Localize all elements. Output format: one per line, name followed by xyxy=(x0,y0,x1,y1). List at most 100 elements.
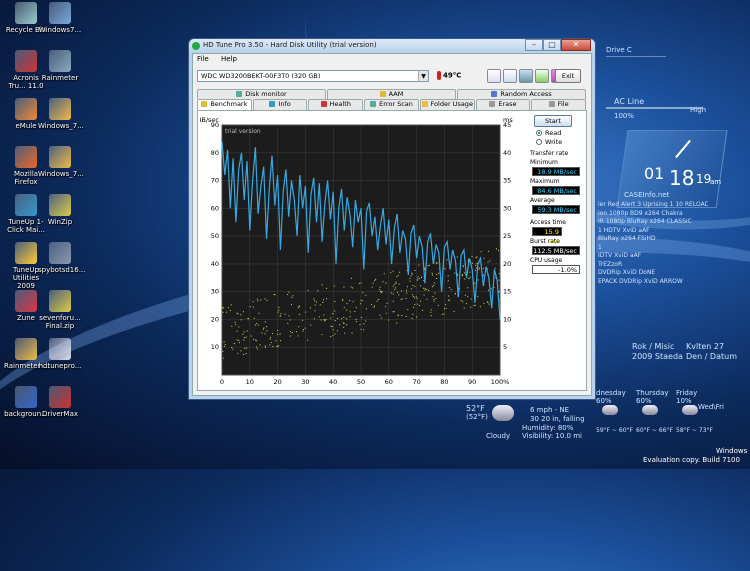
tab-random-access[interactable]: Random Access xyxy=(457,89,586,99)
desktop-icon[interactable]: spybotsd16... xyxy=(38,242,85,274)
desktop-icon[interactable]: sevenforu... Final.zip xyxy=(38,290,82,330)
tab-file-benchmark[interactable]: File Benchmark xyxy=(531,99,587,117)
access-time-point xyxy=(406,286,408,288)
access-time-point xyxy=(330,336,332,338)
app-icon xyxy=(49,50,71,72)
feed-item[interactable]: IR 1080p BluRay x264 CLASSiC xyxy=(598,218,708,227)
options-icon[interactable] xyxy=(535,69,549,83)
access-time-point xyxy=(270,336,272,338)
feed-item[interactable]: BluRay x264 FSiHD xyxy=(598,235,708,244)
tab-erase[interactable]: Erase xyxy=(475,99,531,110)
tab-error-scan[interactable]: Error Scan xyxy=(364,99,419,110)
access-time-point xyxy=(302,329,304,331)
access-time-point xyxy=(229,310,231,312)
access-time-point xyxy=(266,330,268,332)
access-time-point xyxy=(424,289,426,291)
access-time-point xyxy=(405,297,407,299)
access-time-point xyxy=(395,281,397,283)
access-time-point xyxy=(360,328,362,330)
desktop-icon[interactable]: Windows_7... xyxy=(38,146,84,178)
clock-second: 19 xyxy=(696,172,712,186)
access-time-point xyxy=(435,297,437,299)
feed-item[interactable]: EPACK DVDRip XviD ARROW xyxy=(598,278,708,287)
y-right-tick-label: 40 xyxy=(503,149,511,157)
error-scan-icon xyxy=(370,101,377,107)
maximize-button[interactable]: □ xyxy=(543,39,561,51)
app-icon xyxy=(15,50,37,72)
access-time-point xyxy=(222,307,224,309)
access-time-point xyxy=(330,325,332,327)
drive-select[interactable]: WDC WD3200BEKT-00F3T0 (320 GB) ▼ xyxy=(197,70,429,82)
minimize-button[interactable]: – xyxy=(525,39,543,51)
access-time-point xyxy=(254,324,256,326)
thermometer-icon xyxy=(437,71,441,80)
access-time-point xyxy=(261,332,263,334)
access-time-point xyxy=(414,285,416,287)
access-time-point xyxy=(470,298,472,300)
access-time-point xyxy=(489,260,491,262)
tab-disk-monitor[interactable]: Disk monitor xyxy=(197,89,326,99)
access-time-point xyxy=(473,305,475,307)
desktop-icon[interactable]: WinZip xyxy=(38,194,82,226)
access-time-point xyxy=(264,345,266,347)
access-time-point xyxy=(277,329,279,331)
feed-site[interactable]: CASEInfo.net xyxy=(624,191,669,200)
feed-item[interactable]: ion 1080p BD9 x264 Chakra xyxy=(598,210,708,219)
access-time-point xyxy=(385,312,387,314)
tab-health[interactable]: Health xyxy=(308,99,364,110)
tab-info[interactable]: Info xyxy=(252,99,308,110)
title-bar[interactable]: HD Tune Pro 3.50 - Hard Disk Utility (tr… xyxy=(189,39,595,53)
exit-button[interactable]: Exit xyxy=(555,69,581,83)
access-time-point xyxy=(272,346,274,348)
read-radio[interactable]: Read xyxy=(536,129,596,138)
start-button[interactable]: Start xyxy=(534,115,572,127)
desktop-icon-label: Windows7... xyxy=(38,26,82,34)
access-time-point xyxy=(474,282,476,284)
feed-item[interactable]: ier Red Alert 3 Uprising 1 10 RELOADED xyxy=(598,201,708,210)
feed-item[interactable]: IDTV XviD aAF xyxy=(598,252,708,261)
tab-folder-usage[interactable]: Folder Usage xyxy=(419,99,475,110)
y-left-tick-label: 30 xyxy=(211,288,219,296)
access-time-point xyxy=(242,333,244,335)
desktop-icon[interactable]: hdtunepro... xyxy=(38,338,82,370)
tab-benchmark[interactable]: Benchmark xyxy=(197,99,252,110)
maximum-value: 84.6 MB/sec xyxy=(532,186,580,195)
feed-item[interactable]: TrEZzoR xyxy=(598,261,708,270)
copy-text-icon[interactable] xyxy=(503,69,517,83)
access-time-point xyxy=(461,275,463,277)
access-time-point xyxy=(382,281,384,283)
write-radio[interactable]: Write xyxy=(536,138,596,147)
tabs-row-2: Benchmark Info Health Error Scan Folder … xyxy=(197,99,587,117)
desktop-icon[interactable]: Windows7... xyxy=(38,2,82,34)
menu-help[interactable]: Help xyxy=(221,55,237,63)
os-name: Windows 7 xyxy=(716,447,750,455)
copy-icon[interactable] xyxy=(487,69,501,83)
access-time-point xyxy=(424,288,426,290)
access-time-point xyxy=(359,324,361,326)
tab-aam[interactable]: AAM xyxy=(327,89,456,99)
access-time-point xyxy=(482,267,484,269)
access-time-point xyxy=(463,307,465,309)
save-icon[interactable] xyxy=(519,69,533,83)
desktop-icon[interactable]: DriverMax xyxy=(38,386,82,418)
access-time-point xyxy=(456,256,458,258)
feed-item[interactable]: 1 HDTV XviD aAF xyxy=(598,227,708,236)
access-time-point xyxy=(415,296,417,298)
desktop-icon-label: Windows_7... xyxy=(38,170,84,178)
chevron-down-icon[interactable]: ▼ xyxy=(418,71,428,81)
access-time-point xyxy=(378,298,380,300)
menu-bar: File Help xyxy=(193,54,591,66)
feed-item[interactable]: DVDRip XviD DoNE xyxy=(598,269,708,278)
access-time-point xyxy=(315,301,317,303)
feed-item[interactable]: 1 xyxy=(598,244,708,253)
access-time-point xyxy=(373,305,375,307)
desktop-icon[interactable]: Rainmeter xyxy=(38,50,82,82)
access-time-point xyxy=(264,333,266,335)
close-button[interactable]: ✕ xyxy=(561,39,591,51)
access-time-point xyxy=(291,332,293,334)
tab-label: Random Access xyxy=(500,90,552,98)
menu-file[interactable]: File xyxy=(197,55,209,63)
desktop-icon[interactable]: Windows_7... xyxy=(38,98,84,130)
access-time-point xyxy=(443,313,445,315)
access-time-point xyxy=(370,303,372,305)
